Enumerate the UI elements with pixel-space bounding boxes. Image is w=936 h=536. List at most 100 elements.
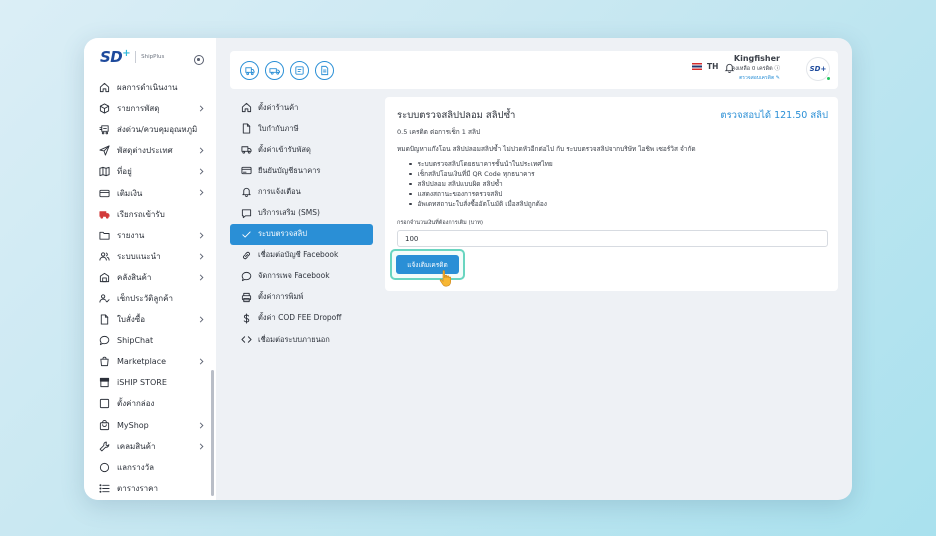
settings-item[interactable]: เชื่อมต่อระบบภายนอก — [230, 329, 373, 350]
chevron-right-icon — [199, 443, 204, 450]
pointer-hand-icon — [439, 270, 451, 287]
square-box-icon — [99, 398, 110, 409]
sidebar-item-label: รายงาน — [117, 230, 145, 240]
sidebar-item[interactable]: Marketplace — [84, 351, 216, 372]
app-window: SD+ ShipPlus ผลการดำเนินงานรายการพัสดุส่… — [84, 38, 852, 500]
circle-icon — [99, 462, 110, 473]
settings-item[interactable]: ใบกำกับภาษี — [230, 118, 373, 139]
settings-menu: ตั้งค่าร้านค้าใบกำกับภาษีตั้งค่าเข้ารับพ… — [230, 97, 373, 350]
sidebar-item[interactable]: เรียกรถเข้ารับ — [84, 204, 216, 225]
sidebar-item[interactable]: ShipChat — [84, 330, 216, 351]
box-icon — [99, 103, 110, 114]
sidebar-item[interactable]: iSHIP STORE — [84, 372, 216, 393]
settings-item[interactable]: ตั้งค่า COD FEE Dropoff — [230, 308, 373, 329]
help-icon[interactable]: ⓘ — [774, 66, 780, 72]
sidebar-item[interactable]: ตั้งค่ากล่อง — [84, 393, 216, 414]
settings-item[interactable]: ระบบตรวจสลิป — [230, 223, 373, 245]
sidebar-item-label: เติมเงิน — [117, 188, 143, 198]
store-bag-icon — [99, 356, 110, 367]
settings-item[interactable]: ตั้งค่าเข้ารับพัสดุ — [230, 139, 373, 160]
chat-icon — [241, 271, 252, 282]
feature-item: สลิปปลอม สลิปแบบผิด สลิปซ้ำ — [409, 179, 553, 189]
settings-item-label: ระบบตรวจสลิป — [258, 229, 308, 239]
pickup-truck-icon[interactable] — [265, 61, 284, 80]
chevron-right-icon — [199, 168, 204, 175]
edit-icon: ✎ — [775, 75, 780, 81]
sidebar-item[interactable]: MyShop — [84, 415, 216, 436]
settings-item[interactable]: ตั้งค่าร้านค้า — [230, 97, 373, 118]
settings-item[interactable]: ตั้งค่าการพิมพ์ — [230, 287, 373, 308]
chat-icon — [99, 335, 110, 346]
home-icon — [241, 102, 252, 113]
list-icon — [99, 483, 110, 494]
sidebar-item[interactable]: ตารางราคา — [84, 478, 216, 499]
sidebar-item-label: คลังสินค้า — [117, 272, 152, 282]
truck-icon — [99, 209, 110, 220]
settings-item-label: จัดการเพจ Facebook — [258, 271, 330, 281]
chevron-right-icon — [199, 421, 204, 429]
sidebar-scrollbar[interactable] — [211, 370, 214, 496]
settings-item-label: ตั้งค่าเข้ารับพัสดุ — [258, 144, 311, 154]
settings-item[interactable]: บริการเสริม (SMS) — [230, 202, 373, 223]
target-icon[interactable] — [194, 55, 204, 65]
settings-item-label: เชื่อมต่อบัญชี Facebook — [258, 250, 339, 260]
settings-item-label: เชื่อมต่อระบบภายนอก — [258, 334, 330, 344]
wrench-icon — [99, 441, 110, 452]
card-description: หมดปัญหาแก๊งโอน สลิปปลอมสลิปซ้ำ ไม่ปวดหั… — [397, 145, 696, 153]
shopping-bag-icon — [99, 419, 110, 431]
sidebar-item[interactable]: ผลการดำเนินงาน — [84, 77, 216, 98]
amount-input[interactable] — [397, 230, 828, 247]
shipping-scan-icon[interactable] — [240, 61, 259, 80]
settings-item[interactable]: ยืนยันบัญชีธนาคาร — [230, 160, 373, 181]
logo[interactable]: SD+ ShipPlus — [100, 48, 164, 66]
home-icon — [99, 82, 110, 93]
sidebar-item-label: iSHIP STORE — [117, 378, 167, 388]
sidebar-nav: ผลการดำเนินงานรายการพัสดุส่งด่วน/ควบคุมอ… — [84, 77, 216, 499]
settings-item-label: ตั้งค่าการพิมพ์ — [258, 292, 304, 302]
chevron-right-icon — [199, 253, 204, 260]
sidebar-item-label: รายการพัสดุ — [117, 104, 160, 114]
feature-list: ระบบตรวจสลิปโดยธนาคารชั้นนำในประเทศไทย เช… — [409, 159, 553, 209]
slip-balance: ตรวจสอบได้ 121.50 สลิป — [720, 110, 828, 121]
sidebar-item[interactable]: ใบสั่งซื้อ — [84, 309, 216, 330]
settings-item[interactable]: การแจ้งเตือน — [230, 181, 373, 202]
settings-item[interactable]: เชื่อมต่อบัญชี Facebook — [230, 245, 373, 266]
sidebar-item[interactable]: ระบบแนะนำ — [84, 246, 216, 267]
logo-product: ShipPlus — [141, 54, 165, 60]
check-icon — [241, 229, 252, 240]
check-credit-link[interactable]: ตรวจสอบเครดิต ✎ — [732, 74, 780, 82]
topbar: TH Kingfisher คงเหลือ 0 เครดิต ⓘ ตรวจสอบ… — [230, 51, 838, 89]
credit-balance: คงเหลือ 0 เครดิต ⓘ — [731, 66, 780, 72]
language-switch[interactable]: TH — [692, 62, 718, 71]
user-check-icon — [99, 293, 110, 304]
credit-rate: 0.5 เครดิต ต่อการเช็ก 1 สลิป — [397, 128, 481, 136]
bank-card-icon — [241, 165, 252, 176]
sidebar-item[interactable]: เคลมสินค้า — [84, 436, 216, 457]
logo-divider — [135, 51, 137, 63]
chevron-right-icon — [199, 316, 204, 323]
sidebar-item-label: MyShop — [117, 420, 149, 430]
settings-item[interactable]: จัดการเพจ Facebook — [230, 266, 373, 287]
sidebar-item[interactable]: พัสดุต่างประเทศ — [84, 140, 216, 161]
sidebar-item-label: ระบบแนะนำ — [117, 251, 161, 261]
feature-item: เช็กสลิปโอนเงินที่มี QR Code ทุกธนาคาร — [409, 169, 553, 179]
sidebar-item[interactable]: รายงาน — [84, 225, 216, 246]
sidebar-item[interactable]: แลกรางวัล — [84, 457, 216, 478]
sidebar-item-label: แลกรางวัล — [117, 462, 154, 472]
sidebar-item[interactable]: รายการพัสดุ — [84, 98, 216, 119]
truck-icon — [241, 144, 252, 155]
sidebar-item[interactable]: เติมเงิน — [84, 182, 216, 203]
sidebar-item-label: ShipChat — [117, 336, 154, 346]
document-scan-icon[interactable] — [315, 61, 334, 80]
sidebar-item[interactable]: ส่งด่วน/ควบคุมอุณหภูมิ — [84, 119, 216, 140]
parcel-list-icon[interactable] — [290, 61, 309, 80]
sidebar-item[interactable]: คลังสินค้า — [84, 267, 216, 288]
sidebar: SD+ ShipPlus ผลการดำเนินงานรายการพัสดุส่… — [84, 38, 216, 500]
card-title: ระบบตรวจสลิปปลอม สลิปซ้ำ — [397, 110, 516, 121]
sidebar-item[interactable]: ที่อยู่ — [84, 161, 216, 182]
sidebar-item[interactable]: เช็กประวัติลูกค้า — [84, 288, 216, 309]
sidebar-item-label: พัสดุต่างประเทศ — [117, 146, 173, 156]
sidebar-item-label: เคลมสินค้า — [117, 441, 156, 451]
code-icon — [241, 334, 252, 345]
settings-item-label: ตั้งค่าร้านค้า — [258, 102, 299, 112]
